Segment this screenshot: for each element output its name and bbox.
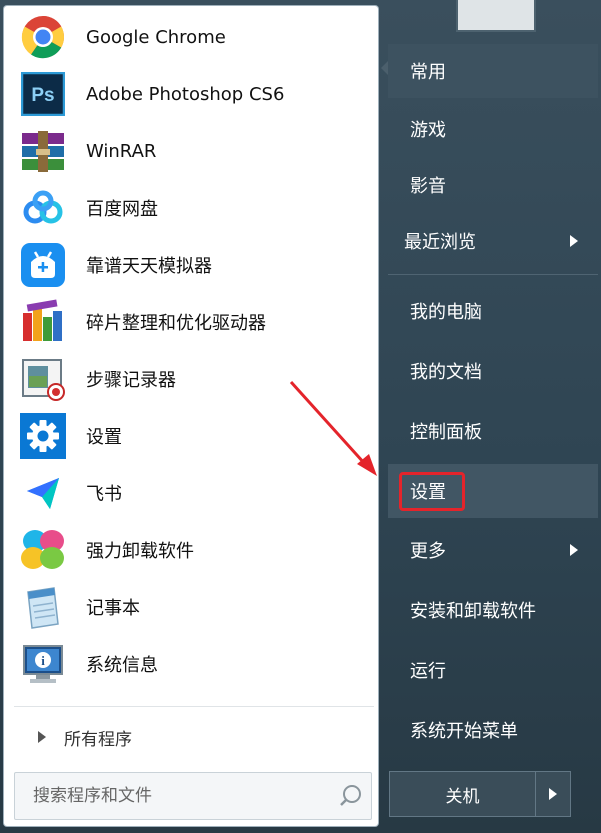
- menu-item-control-panel[interactable]: 控制面板: [388, 404, 598, 458]
- settings-gear-icon: [18, 411, 68, 461]
- submenu-arrow-icon: [570, 544, 578, 556]
- menu-separator: [388, 274, 598, 275]
- winrar-icon: [18, 126, 68, 176]
- notepad-icon: [18, 582, 68, 632]
- system-info-icon: i: [18, 639, 68, 689]
- menu-item-recent[interactable]: 最近浏览: [388, 214, 598, 268]
- program-label: 飞书: [86, 484, 122, 505]
- menu-item-run[interactable]: 运行: [388, 643, 598, 697]
- shutdown-button-group: 关机: [389, 771, 571, 817]
- menu-item-label: 运行: [410, 661, 446, 682]
- divider: [14, 706, 374, 707]
- highlight-box-annotation: [399, 472, 465, 511]
- shutdown-options-button[interactable]: [535, 772, 570, 816]
- user-silhouette-icon: [458, 0, 534, 30]
- all-programs-label: 所有程序: [64, 729, 132, 750]
- menu-item-label: 常用: [410, 62, 446, 83]
- emulator-icon: [18, 240, 68, 290]
- annotation-arrow-icon: [289, 380, 377, 476]
- chevron-right-icon: [549, 788, 557, 800]
- program-label: 记事本: [86, 598, 140, 619]
- menu-item-start-menu[interactable]: 系统开始菜单: [388, 703, 598, 757]
- program-label: 碎片整理和优化驱动器: [86, 313, 266, 334]
- program-item-notepad[interactable]: 记事本: [18, 581, 368, 633]
- svg-text:Ps: Ps: [31, 85, 54, 106]
- all-programs-button[interactable]: 所有程序: [38, 722, 132, 752]
- selection-pointer: [381, 61, 388, 75]
- search-icon[interactable]: [331, 784, 371, 808]
- menu-item-my-computer[interactable]: 我的电脑: [388, 284, 598, 338]
- menu-item-games[interactable]: 游戏: [388, 102, 598, 156]
- program-label: 百度网盘: [86, 199, 158, 220]
- menu-item-media[interactable]: 影音: [388, 158, 598, 212]
- shutdown-button[interactable]: 关机: [390, 772, 535, 816]
- program-label: 靠谱天天模拟器: [86, 256, 212, 277]
- menu-item-more[interactable]: 更多: [388, 523, 598, 577]
- defrag-icon: [18, 297, 68, 347]
- menu-item-label: 游戏: [410, 120, 446, 141]
- expand-triangle-icon: [38, 731, 46, 743]
- program-item-photoshop[interactable]: Ps Adobe Photoshop CS6: [18, 68, 368, 120]
- menu-item-my-documents[interactable]: 我的文档: [388, 344, 598, 398]
- user-avatar[interactable]: [456, 0, 536, 32]
- chrome-icon: [18, 12, 68, 62]
- program-item-winrar[interactable]: WinRAR: [18, 125, 368, 177]
- program-item-emulator[interactable]: 靠谱天天模拟器: [18, 239, 368, 291]
- program-item-system-info[interactable]: i 系统信息: [18, 638, 368, 690]
- program-item-chrome[interactable]: Google Chrome: [18, 11, 368, 63]
- steps-recorder-icon: [18, 354, 68, 404]
- search-input[interactable]: [15, 785, 331, 807]
- menu-item-label: 系统开始菜单: [410, 721, 518, 742]
- menu-item-label: 安装和卸载软件: [410, 601, 536, 622]
- svg-text:i: i: [41, 653, 45, 668]
- program-item-uninstaller[interactable]: 强力卸载软件: [18, 524, 368, 576]
- baidu-netdisk-icon: [18, 183, 68, 233]
- menu-item-label: 最近浏览: [404, 232, 476, 253]
- program-label: 强力卸载软件: [86, 541, 194, 562]
- program-label: 设置: [86, 427, 122, 448]
- search-box[interactable]: [14, 772, 372, 820]
- program-label: WinRAR: [86, 140, 157, 162]
- program-label: 系统信息: [86, 655, 158, 676]
- menu-item-label: 更多: [410, 541, 446, 562]
- menu-item-label: 控制面板: [410, 422, 482, 443]
- program-label: Google Chrome: [86, 26, 226, 48]
- feishu-icon: [18, 468, 68, 518]
- photoshop-icon: Ps: [18, 69, 68, 119]
- program-item-defrag[interactable]: 碎片整理和优化驱动器: [18, 296, 368, 348]
- menu-item-label: 影音: [410, 176, 446, 197]
- program-item-baidu-netdisk[interactable]: 百度网盘: [18, 182, 368, 234]
- menu-item-install-uninstall[interactable]: 安装和卸载软件: [388, 583, 598, 637]
- menu-item-label: 我的电脑: [410, 302, 482, 323]
- program-label: Adobe Photoshop CS6: [86, 83, 285, 105]
- menu-item-common[interactable]: 常用: [381, 44, 598, 98]
- submenu-arrow-icon: [570, 235, 578, 247]
- menu-item-label: 我的文档: [410, 362, 482, 383]
- uninstaller-icon: [18, 525, 68, 575]
- program-label: 步骤记录器: [86, 370, 176, 391]
